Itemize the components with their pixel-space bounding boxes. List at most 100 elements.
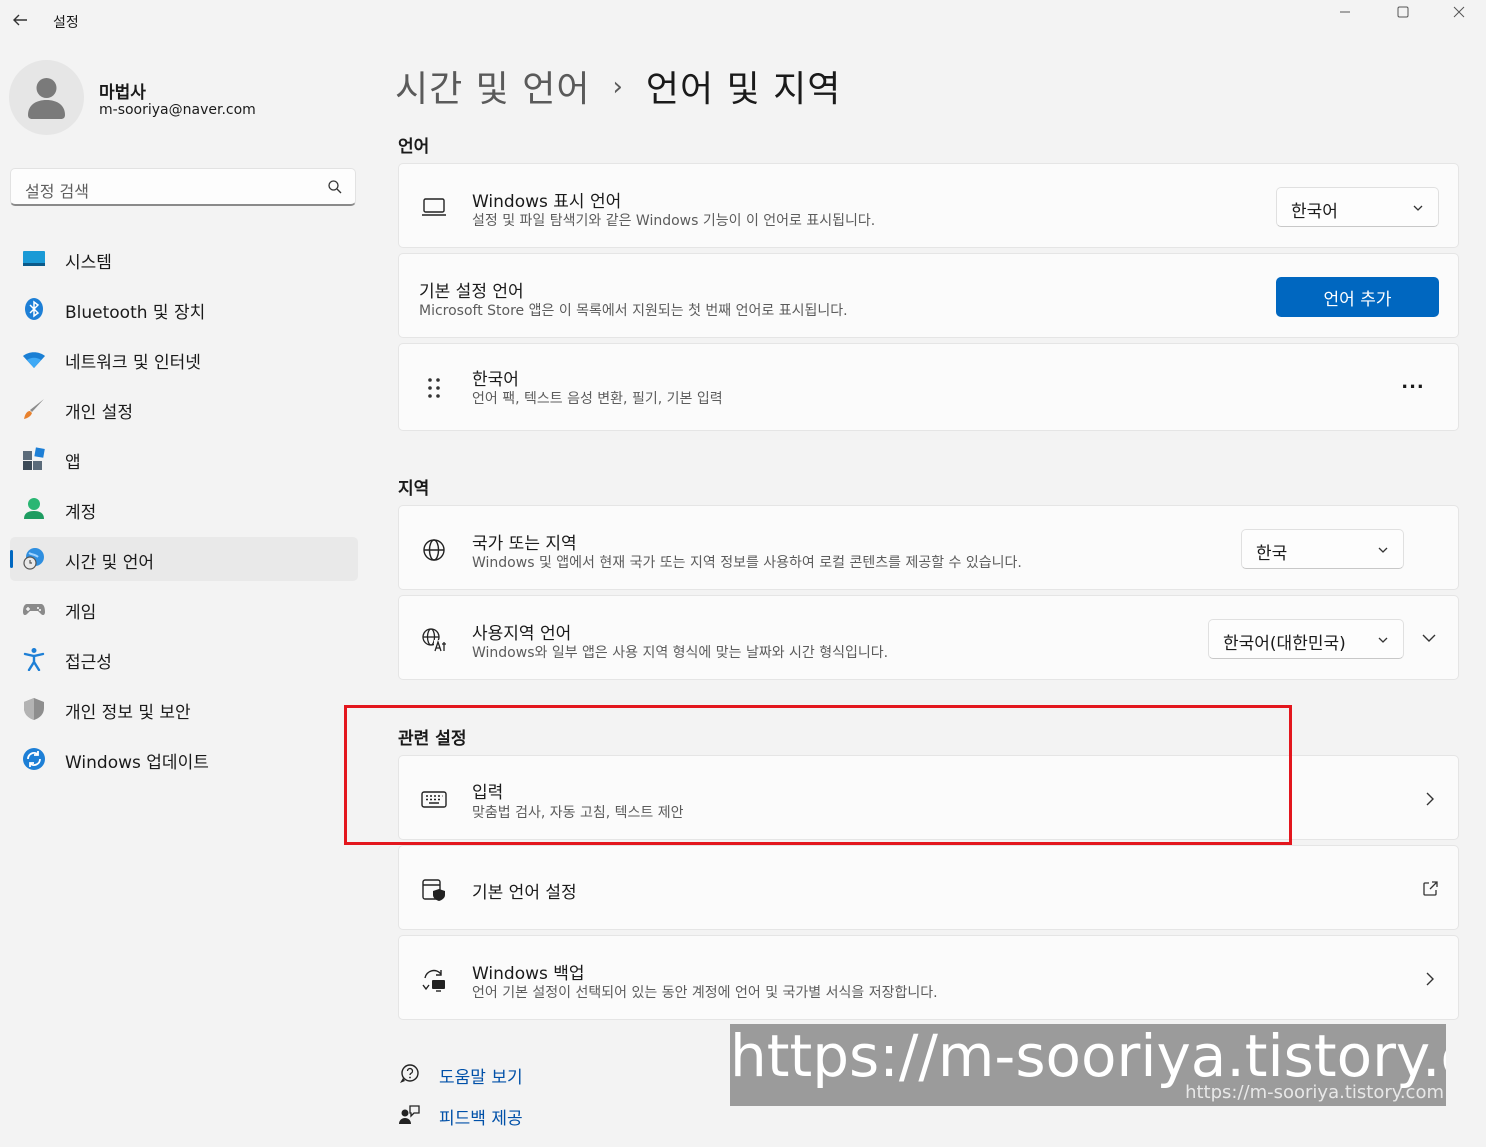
section-title-language: 언어 — [398, 137, 430, 157]
watermark: https://m-sooriya.tistory.com https://m-… — [730, 1024, 1446, 1106]
person-icon — [28, 78, 65, 119]
regional-format-dropdown[interactable]: 한국어(대한민국) — [1208, 619, 1404, 659]
maximize-icon — [1397, 6, 1409, 18]
globe-icon — [423, 539, 445, 561]
card-desc: 언어 기본 설정이 선택되어 있는 동안 계정에 언어 및 국가별 서식을 저장… — [472, 985, 938, 1001]
regional-format-card[interactable]: 사용지역 언어 Windows와 일부 앱은 사용 지역 형식에 맞는 날짜와 … — [398, 595, 1459, 680]
wifi-icon — [23, 352, 45, 368]
breadcrumb-parent[interactable]: 시간 및 언어 — [395, 69, 591, 110]
help-link[interactable]: 도움말 보기 — [398, 1060, 598, 1090]
chevron-down-icon — [1378, 547, 1388, 553]
back-button[interactable] — [10, 10, 30, 30]
card-title: 한국어 — [472, 370, 519, 390]
watermark-text-small: https://m-sooriya.tistory.com — [1185, 1082, 1444, 1103]
card-title: 기본 언어 설정 — [472, 883, 577, 903]
nav-label: Bluetooth 및 장치 — [65, 303, 206, 323]
apps-icon — [23, 447, 45, 470]
dropdown-value: 한국어 — [1291, 202, 1338, 222]
nav-item-gaming[interactable]: 게임 — [10, 587, 358, 631]
backup-sync-icon — [421, 967, 447, 992]
maximize-button[interactable] — [1378, 0, 1428, 24]
korean-language-item[interactable]: 한국어 언어 팩, 텍스트 음성 변환, 필기, 기본 입력 ... — [398, 343, 1459, 431]
nav-item-privacy[interactable]: 개인 정보 및 보안 — [10, 687, 358, 731]
chevron-right-icon — [1426, 972, 1434, 986]
nav-item-bluetooth[interactable]: Bluetooth 및 장치 — [10, 287, 358, 331]
expand-chevron-icon[interactable] — [1421, 630, 1437, 646]
nav-label: 시간 및 언어 — [65, 553, 155, 573]
close-icon — [1453, 6, 1465, 18]
nav-item-accounts[interactable]: 계정 — [10, 487, 358, 531]
avatar[interactable] — [9, 60, 84, 135]
nav-item-windows-update[interactable]: Windows 업데이트 — [10, 737, 358, 781]
card-desc: Microsoft Store 앱은 이 목록에서 지원되는 첫 번째 언어로 … — [419, 303, 848, 319]
card-desc: Windows 및 앱에서 현재 국가 또는 지역 정보를 사용하여 로컬 콘텐… — [472, 555, 1022, 571]
external-link-icon — [1423, 881, 1438, 896]
card-title: Windows 백업 — [472, 964, 585, 984]
help-link-text[interactable]: 도움말 보기 — [439, 1063, 523, 1088]
nav-label: 시스템 — [65, 253, 112, 273]
nav-item-personalization[interactable]: 개인 설정 — [10, 387, 358, 431]
nav-label: Windows 업데이트 — [65, 753, 209, 773]
bluetooth-icon — [25, 298, 43, 320]
card-desc: 언어 팩, 텍스트 음성 변환, 필기, 기본 입력 — [472, 391, 723, 407]
accessibility-icon — [23, 648, 45, 671]
drag-handle-icon[interactable] — [421, 375, 447, 401]
card-title: 기본 설정 언어 — [419, 282, 524, 302]
windows-backup-card[interactable]: Windows 백업 언어 기본 설정이 선택되어 있는 동안 계정에 언어 및… — [398, 935, 1459, 1020]
nav-item-time-language[interactable]: 시간 및 언어 — [10, 537, 358, 581]
system-icon — [23, 251, 45, 266]
nav-item-apps[interactable]: 앱 — [10, 437, 358, 481]
gamepad-icon — [23, 604, 45, 616]
nav-item-system[interactable]: 시스템 — [10, 237, 358, 281]
admin-shield-icon — [422, 879, 445, 901]
back-arrow-icon — [13, 14, 27, 26]
nav-label: 게임 — [65, 603, 97, 623]
nav-label: 앱 — [65, 453, 81, 473]
preferred-language-card: 기본 설정 언어 Microsoft Store 앱은 이 목록에서 지원되는 … — [398, 253, 1459, 338]
time-language-icon — [23, 548, 44, 570]
account-icon — [24, 498, 44, 519]
chevron-down-icon — [1413, 205, 1423, 211]
breadcrumb-separator: › — [612, 72, 624, 102]
country-dropdown[interactable]: 한국 — [1241, 529, 1404, 569]
user-name: 마법사 — [99, 83, 146, 103]
dropdown-value: 한국어(대한민국) — [1223, 634, 1346, 654]
card-desc: 설정 및 파일 탐색기와 같은 Windows 기능이 이 언어로 표시됩니다. — [472, 213, 876, 229]
section-title-region: 지역 — [398, 479, 430, 499]
display-language-dropdown[interactable]: 한국어 — [1276, 187, 1439, 227]
country-region-card: 국가 또는 지역 Windows 및 앱에서 현재 국가 또는 지역 정보를 사… — [398, 505, 1459, 590]
nav-label: 계정 — [65, 503, 97, 523]
search-icon — [328, 180, 342, 194]
shield-icon — [24, 698, 44, 720]
admin-language-settings-card[interactable]: 기본 언어 설정 — [398, 845, 1459, 930]
search-input[interactable]: 설정 검색 — [10, 168, 356, 206]
laptop-icon — [422, 198, 446, 216]
feedback-link-text[interactable]: 피드백 제공 — [439, 1104, 523, 1129]
update-icon — [23, 748, 45, 770]
nav-item-network[interactable]: 네트워크 및 인터넷 — [10, 337, 358, 381]
search-placeholder: 설정 검색 — [25, 182, 89, 201]
language-region-icon — [422, 628, 446, 652]
chevron-down-icon — [1378, 637, 1388, 643]
add-language-button[interactable]: 언어 추가 — [1276, 277, 1439, 317]
selection-indicator — [10, 550, 13, 568]
minimize-button[interactable] — [1320, 0, 1370, 24]
card-title: Windows 표시 언어 — [472, 192, 622, 212]
card-desc: Windows와 일부 앱은 사용 지역 형식에 맞는 날짜와 시간 형식입니다… — [472, 645, 889, 661]
watermark-text-large: https://m-sooriya.tistory.com — [730, 1024, 1446, 1090]
close-button[interactable] — [1434, 0, 1484, 24]
nav-label: 개인 설정 — [65, 403, 133, 423]
app-title: 설정 — [53, 15, 79, 31]
page-title: 언어 및 지역 — [645, 69, 842, 110]
brush-icon — [24, 399, 44, 419]
card-title: 국가 또는 지역 — [472, 534, 577, 554]
help-icon — [400, 1064, 419, 1083]
nav-item-accessibility[interactable]: 접근성 — [10, 637, 358, 681]
feedback-icon — [399, 1105, 420, 1124]
more-options-button[interactable]: ... — [1399, 372, 1427, 400]
feedback-link[interactable]: 피드백 제공 — [398, 1101, 598, 1131]
minimize-icon — [1340, 11, 1350, 13]
nav-label: 접근성 — [65, 653, 112, 673]
dropdown-value: 한국 — [1256, 544, 1288, 564]
user-email: m-sooriya@naver.com — [99, 102, 256, 118]
